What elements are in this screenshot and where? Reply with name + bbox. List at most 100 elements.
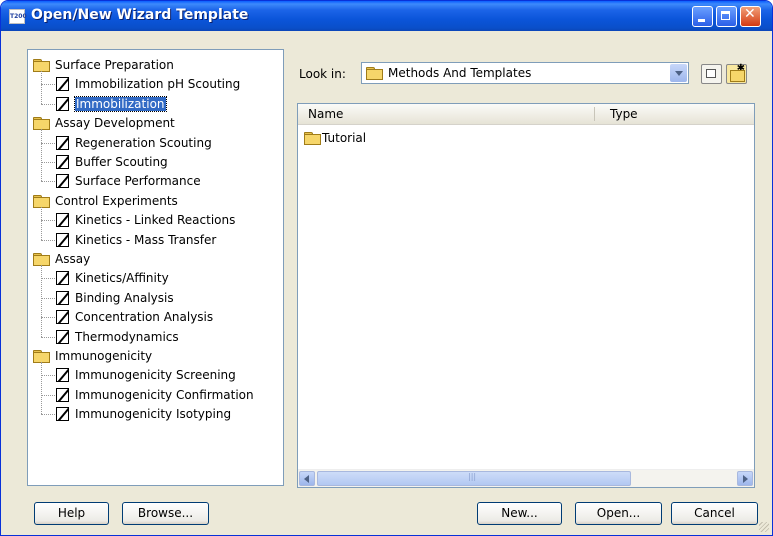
title-bar[interactable]: T200 Open/New Wizard Template — [1, 1, 772, 31]
tree-connector — [41, 317, 55, 319]
scroll-right-icon[interactable] — [737, 471, 753, 486]
tree-group[interactable]: Assay Development — [33, 114, 175, 132]
tree-group-label: Control Experiments — [55, 193, 178, 208]
template-icon — [56, 135, 69, 150]
tree-connector — [41, 84, 55, 86]
folder-icon — [33, 59, 50, 72]
look-in-label: Look in: — [299, 67, 346, 81]
tree-connector — [41, 71, 42, 104]
tree-item[interactable]: Kinetics - Linked Reactions — [56, 211, 235, 229]
tree-item[interactable]: Kinetics - Mass Transfer — [56, 231, 216, 249]
tree-item[interactable]: Regeneration Scouting — [56, 134, 212, 152]
tree-item[interactable]: Buffer Scouting — [56, 153, 168, 171]
up-arrow-icon: ↑ — [709, 69, 717, 79]
template-icon — [56, 174, 69, 189]
help-button[interactable]: Help — [34, 502, 109, 525]
template-icon — [56, 213, 69, 228]
scrollbar-thumb[interactable] — [317, 471, 631, 486]
tree-connector — [41, 129, 42, 182]
tree-item-label: Kinetics - Linked Reactions — [75, 213, 236, 228]
template-icon — [56, 329, 69, 344]
column-divider[interactable] — [594, 107, 595, 121]
tree-group-label: Immunogenicity — [55, 349, 153, 363]
template-icon — [56, 96, 69, 111]
list-header: Name Type — [298, 104, 754, 125]
file-list[interactable]: Name Type Tutorial — [297, 103, 755, 488]
tree-connector — [41, 239, 55, 241]
list-item-name: Tutorial — [322, 131, 367, 145]
look-in-value: Methods And Templates — [388, 66, 532, 80]
tree-connector — [41, 142, 55, 144]
tree-connector — [41, 181, 55, 183]
tree-connector — [41, 278, 55, 280]
tree-connector — [41, 336, 55, 338]
template-icon — [56, 368, 69, 383]
tree-item-label: Immunogenicity Confirmation — [75, 387, 254, 402]
template-tree[interactable]: Surface Preparation Immobilization pH Sco… — [27, 49, 284, 486]
tree-item[interactable]: Kinetics/Affinity — [56, 269, 169, 287]
folder-icon — [33, 253, 50, 266]
chevron-down-icon[interactable] — [670, 64, 687, 82]
tree-group-label: Assay — [55, 252, 91, 266]
tree-connector — [41, 362, 42, 415]
folder-icon — [33, 117, 50, 131]
up-one-level-button[interactable]: ↑ — [701, 64, 722, 84]
tree-connector — [41, 265, 42, 337]
tree-connector — [41, 220, 55, 222]
maximize-button[interactable] — [716, 6, 737, 27]
tree-item-label: Regeneration Scouting — [75, 135, 212, 150]
tree-item[interactable]: Immunogenicity Screening — [56, 366, 236, 384]
look-in-dropdown[interactable]: Methods And Templates — [361, 62, 689, 84]
column-header-name[interactable]: Name — [308, 107, 343, 121]
horizontal-scrollbar[interactable] — [298, 469, 754, 487]
window-title: Open/New Wizard Template — [31, 7, 249, 23]
template-icon — [56, 77, 69, 92]
tree-item-label: Surface Performance — [75, 174, 201, 189]
tree-item-label: Immunogenicity Screening — [75, 368, 236, 383]
tree-group-label: Assay Development — [55, 116, 175, 131]
tree-item-label: Buffer Scouting — [75, 155, 168, 169]
wizard-dialog: T200 Open/New Wizard Template Surface Pr… — [0, 0, 773, 536]
folder-icon — [33, 194, 50, 208]
browse-button[interactable]: Browse... — [122, 502, 209, 525]
tree-connector — [41, 414, 55, 416]
tree-item[interactable]: Binding Analysis — [56, 289, 174, 307]
tree-item-label: Immobilization — [74, 95, 167, 112]
folder-icon — [33, 350, 50, 363]
open-button[interactable]: Open... — [575, 502, 662, 525]
minimize-button[interactable] — [692, 6, 713, 27]
tree-group[interactable]: Control Experiments — [33, 192, 178, 210]
tree-item[interactable]: Immobilization — [56, 95, 167, 113]
tree-item[interactable]: Immobilization pH Scouting — [56, 75, 240, 93]
tree-group-label: Surface Preparation — [55, 58, 174, 72]
tree-item-label: Thermodynamics — [75, 329, 179, 344]
tree-item-label: Binding Analysis — [75, 290, 174, 305]
tree-group[interactable]: Immunogenicity — [33, 347, 152, 365]
tree-connector — [41, 297, 55, 299]
tree-item-label: Kinetics/Affinity — [75, 271, 169, 286]
tree-item[interactable]: Immunogenicity Confirmation — [56, 386, 254, 404]
app-icon: T200 — [9, 9, 27, 24]
template-icon — [56, 232, 69, 247]
tree-item-label: Immobilization pH Scouting — [75, 77, 241, 92]
new-button[interactable]: New... — [477, 502, 562, 525]
tree-connector — [41, 375, 55, 377]
cancel-button[interactable]: Cancel — [671, 502, 758, 525]
tree-connector — [41, 103, 55, 105]
resize-grip-icon[interactable] — [759, 522, 769, 532]
tree-connector — [41, 394, 55, 396]
list-item[interactable]: Tutorial — [304, 131, 366, 145]
tree-item[interactable]: Concentration Analysis — [56, 308, 213, 326]
template-icon — [56, 407, 69, 422]
tree-item-label: Immunogenicity Isotyping — [75, 407, 232, 422]
template-icon — [56, 310, 69, 325]
template-icon — [56, 290, 69, 305]
scroll-left-icon[interactable] — [299, 471, 315, 486]
tree-group[interactable]: Surface Preparation — [33, 56, 174, 74]
column-header-type[interactable]: Type — [610, 107, 638, 121]
close-button[interactable] — [740, 6, 761, 27]
tree-item[interactable]: Thermodynamics — [56, 328, 179, 346]
create-new-folder-button[interactable]: ✱ — [726, 63, 747, 84]
tree-item[interactable]: Surface Performance — [56, 172, 201, 190]
tree-item[interactable]: Immunogenicity Isotyping — [56, 405, 231, 423]
